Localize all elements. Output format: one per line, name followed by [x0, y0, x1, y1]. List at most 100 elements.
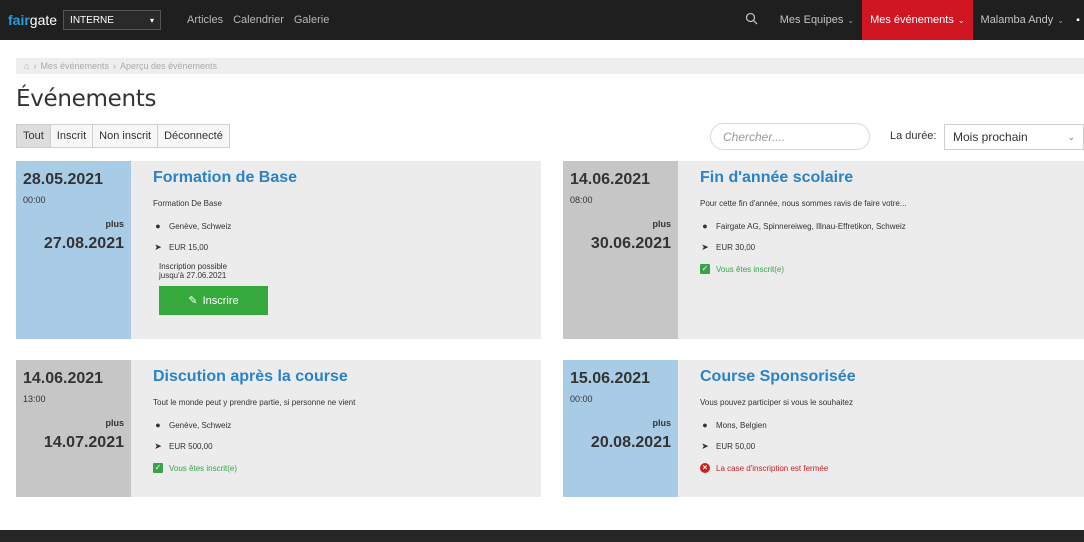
nav-articles[interactable]: Articles — [185, 14, 225, 26]
check-icon: ✓ — [700, 264, 710, 274]
event-location: ● Fairgate AG, Spinnereiweg, Illnau-Effr… — [700, 221, 1076, 231]
event-date-column: 15.06.2021 00:00 plus 20.08.2021 — [563, 360, 678, 497]
nav-calendrier[interactable]: Calendrier — [231, 14, 286, 26]
event-location: ● Genève, Schweiz — [153, 221, 533, 231]
search-icon[interactable] — [745, 12, 758, 28]
event-time: 00:00 — [570, 394, 593, 404]
main-nav: Articles Calendrier Galerie — [185, 14, 331, 26]
search-input[interactable]: Chercher.... — [710, 123, 870, 150]
event-end-date: 20.08.2021 — [590, 434, 671, 451]
event-status: ✓ Vous êtes inscrit(e) — [700, 264, 1076, 274]
event-date-column: 28.05.2021 00:00 plus 27.08.2021 — [16, 161, 131, 339]
event-description: Pour cette fin d'année, nous sommes ravi… — [700, 199, 907, 208]
event-location: ● Mons, Belgien — [700, 420, 1076, 430]
breadcrumb-item-mes-evenements[interactable]: Mes événements — [40, 61, 109, 71]
breadcrumb-item-apercu: Aperçu des événements — [119, 61, 218, 71]
event-description: Formation De Base — [153, 199, 222, 208]
chevron-down-icon: ⌄ — [1057, 15, 1064, 25]
filter-inscrit[interactable]: Inscrit — [50, 125, 94, 147]
event-end-date: 14.07.2021 — [43, 434, 124, 451]
event-card[interactable]: 15.06.2021 00:00 plus 20.08.2021 Course … — [563, 360, 1084, 497]
event-title[interactable]: Discution après la course — [153, 368, 533, 386]
nav-user-menu[interactable]: Malamba Andy ⌄ — [973, 0, 1072, 40]
event-location-text: Genève, Schweiz — [169, 420, 232, 430]
nav-galerie[interactable]: Galerie — [292, 14, 331, 26]
nav-mes-equipes[interactable]: Mes Equipes ⌄ — [772, 0, 862, 40]
event-title[interactable]: Fin d'année scolaire — [700, 169, 1076, 187]
event-card[interactable]: 28.05.2021 00:00 plus 27.08.2021 Formati… — [16, 161, 541, 339]
event-date-column: 14.06.2021 08:00 plus 30.06.2021 — [563, 161, 678, 339]
event-end-date: 30.06.2021 — [590, 235, 671, 252]
duration-label: La durée: — [890, 130, 937, 142]
error-icon: × — [700, 463, 710, 473]
filter-tabs: Tout Inscrit Non inscrit Déconnecté — [16, 124, 230, 148]
event-location-text: Fairgate AG, Spinnereiweg, Illnau-Effret… — [716, 221, 906, 231]
brand-part-1: fair — [8, 12, 30, 28]
inscrire-button[interactable]: ✎ Inscrire — [159, 286, 268, 315]
map-marker-icon: ● — [155, 221, 161, 231]
event-title[interactable]: Formation de Base — [153, 169, 533, 187]
event-status-text: Vous êtes inscrit(e) — [169, 463, 238, 473]
chevron-down-icon: ⌄ — [847, 15, 855, 25]
event-start-date: 28.05.2021 — [23, 171, 104, 188]
org-selector[interactable]: INTERNE ▾ — [63, 10, 162, 30]
breadcrumb-separator: › — [33, 61, 37, 71]
event-info: Discution après la course Tout le monde … — [153, 368, 533, 484]
filter-tout[interactable]: Tout — [17, 125, 51, 147]
event-plus-label: plus — [652, 219, 671, 229]
brand-part-2: gate — [29, 12, 58, 28]
event-card[interactable]: 14.06.2021 13:00 plus 14.07.2021 Discuti… — [16, 360, 541, 497]
event-status-text: Vous êtes inscrit(e) — [716, 264, 785, 274]
event-price-text: EUR 15,00 — [169, 243, 209, 252]
event-description: Vous pouvez participer si vous le souhai… — [700, 398, 853, 407]
event-start-date: 15.06.2021 — [570, 370, 651, 387]
event-price: ➤ EUR 50,00 — [700, 441, 1076, 452]
event-time: 13:00 — [23, 394, 46, 404]
org-selector-label: INTERNE — [70, 14, 114, 26]
event-info: Course Sponsorisée Vous pouvez participe… — [700, 368, 1076, 484]
ticket-icon: ➤ — [701, 242, 709, 252]
event-price: ➤ EUR 15,00 — [153, 242, 533, 253]
duration-select[interactable]: Mois prochain ⌄ — [944, 124, 1084, 150]
event-end-date: 27.08.2021 — [43, 235, 124, 252]
ticket-icon: ➤ — [154, 242, 162, 252]
event-price-text: EUR 30,00 — [716, 243, 756, 252]
logout-icon[interactable]: ▪ — [1072, 0, 1084, 40]
ticket-icon: ➤ — [154, 441, 162, 451]
user-name: Malamba Andy — [980, 14, 1054, 26]
filter-non-inscrit[interactable]: Non inscrit — [93, 125, 159, 147]
event-status: × La case d'inscription est fermée — [700, 463, 1076, 473]
event-price: ➤ EUR 500,00 — [153, 441, 533, 452]
map-marker-icon: ● — [702, 221, 708, 231]
event-description: Tout le monde peut y prendre partie, si … — [153, 398, 356, 407]
chevron-down-icon: ⌄ — [1067, 131, 1075, 142]
breadcrumb: ⌂ › Mes événements › Aperçu des événemen… — [16, 58, 1084, 74]
filter-deconnecte[interactable]: Déconnecté — [158, 125, 229, 147]
event-card[interactable]: 14.06.2021 08:00 plus 30.06.2021 Fin d'a… — [563, 161, 1084, 339]
page-title: Événements — [16, 86, 157, 112]
inscrire-button-label: Inscrire — [202, 294, 239, 307]
chevron-down-icon: ⌄ — [957, 15, 965, 25]
map-marker-icon: ● — [155, 420, 161, 430]
breadcrumb-separator: › — [112, 61, 116, 71]
event-start-date: 14.06.2021 — [23, 370, 104, 387]
home-icon[interactable]: ⌂ — [24, 61, 29, 71]
event-price-text: EUR 500,00 — [169, 442, 213, 451]
brand-logo[interactable]: fair gate — [8, 0, 57, 40]
duration-selected-value: Mois prochain — [953, 130, 1028, 144]
event-info: Fin d'année scolaire Pour cette fin d'an… — [700, 169, 1076, 285]
event-location-text: Mons, Belgien — [716, 420, 767, 430]
nav-mes-evenements[interactable]: Mes événements ⌄ — [862, 0, 973, 40]
event-date-column: 14.06.2021 13:00 plus 14.07.2021 — [16, 360, 131, 497]
event-plus-label: plus — [652, 418, 671, 428]
event-location: ● Genève, Schweiz — [153, 420, 533, 430]
chevron-down-icon: ▾ — [150, 15, 155, 25]
event-price-text: EUR 50,00 — [716, 442, 756, 451]
event-plus-label: plus — [105, 219, 124, 229]
edit-icon: ✎ — [188, 295, 198, 307]
event-price: ➤ EUR 30,00 — [700, 242, 1076, 253]
event-info: Formation de Base Formation De Base ● Ge… — [153, 169, 533, 315]
event-location-text: Genève, Schweiz — [169, 221, 232, 231]
event-title[interactable]: Course Sponsorisée — [700, 368, 1076, 386]
nav-mes-equipes-label: Mes Equipes — [779, 14, 844, 26]
